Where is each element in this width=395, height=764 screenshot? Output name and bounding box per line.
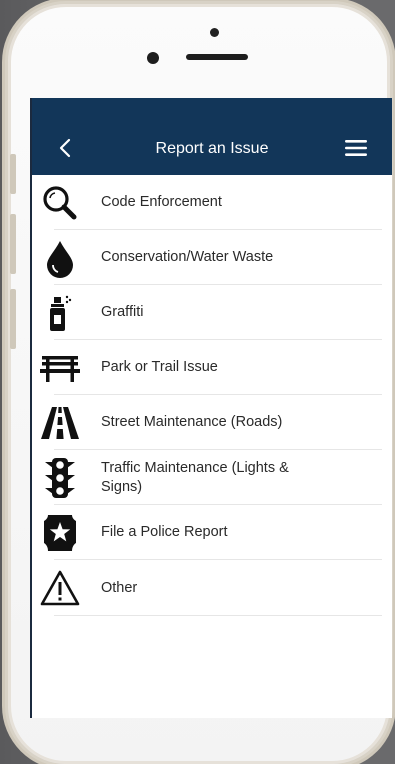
bench-icon xyxy=(40,348,80,388)
app-screen: Report an Issue Code Enforcement Conserv… xyxy=(30,98,392,718)
spray-can-icon xyxy=(40,293,80,333)
volume-up-button xyxy=(10,214,16,274)
list-item-label: Street Maintenance (Roads) xyxy=(101,414,283,430)
issue-list: Code Enforcement Conservation/Water Wast… xyxy=(32,175,392,616)
list-item-label: Other xyxy=(101,579,138,596)
list-item-label: Park or Trail Issue xyxy=(101,359,218,375)
water-drop-icon xyxy=(40,238,80,278)
list-item-label: Graffiti xyxy=(101,304,144,320)
warning-triangle-icon xyxy=(40,568,80,608)
list-item-label: File a Police Report xyxy=(101,524,228,540)
list-item-label: Conservation/Water Waste xyxy=(101,249,274,265)
earpiece-speaker xyxy=(186,54,248,60)
list-item-other[interactable]: Other xyxy=(32,560,392,616)
volume-down-button xyxy=(10,289,16,349)
list-item-street-maintenance[interactable]: Street Maintenance (Roads) xyxy=(32,395,392,450)
hamburger-menu-icon xyxy=(345,140,367,156)
list-item-traffic-maintenance[interactable]: Traffic Maintenance (Lights & Signs) xyxy=(32,450,392,505)
magnifier-icon xyxy=(40,183,80,223)
page-title: Report an Issue xyxy=(155,140,269,157)
traffic-light-icon xyxy=(40,457,80,498)
list-item-label: Code Enforcement xyxy=(101,194,222,210)
mute-switch xyxy=(10,154,16,194)
police-badge-icon xyxy=(40,513,80,553)
list-item-park-trail[interactable]: Park or Trail Issue xyxy=(32,340,392,395)
menu-button[interactable] xyxy=(344,138,368,158)
list-item-code-enforcement[interactable]: Code Enforcement xyxy=(32,175,392,230)
nav-header: Report an Issue xyxy=(32,98,392,175)
list-item-label: Traffic Maintenance (Lights & Signs) xyxy=(101,459,289,495)
list-item-police-report[interactable]: File a Police Report xyxy=(32,505,392,560)
list-item-graffiti[interactable]: Graffiti xyxy=(32,285,392,340)
road-icon xyxy=(40,403,80,443)
proximity-sensor xyxy=(210,28,219,37)
front-camera xyxy=(147,52,159,64)
list-item-conservation[interactable]: Conservation/Water Waste xyxy=(32,230,392,285)
